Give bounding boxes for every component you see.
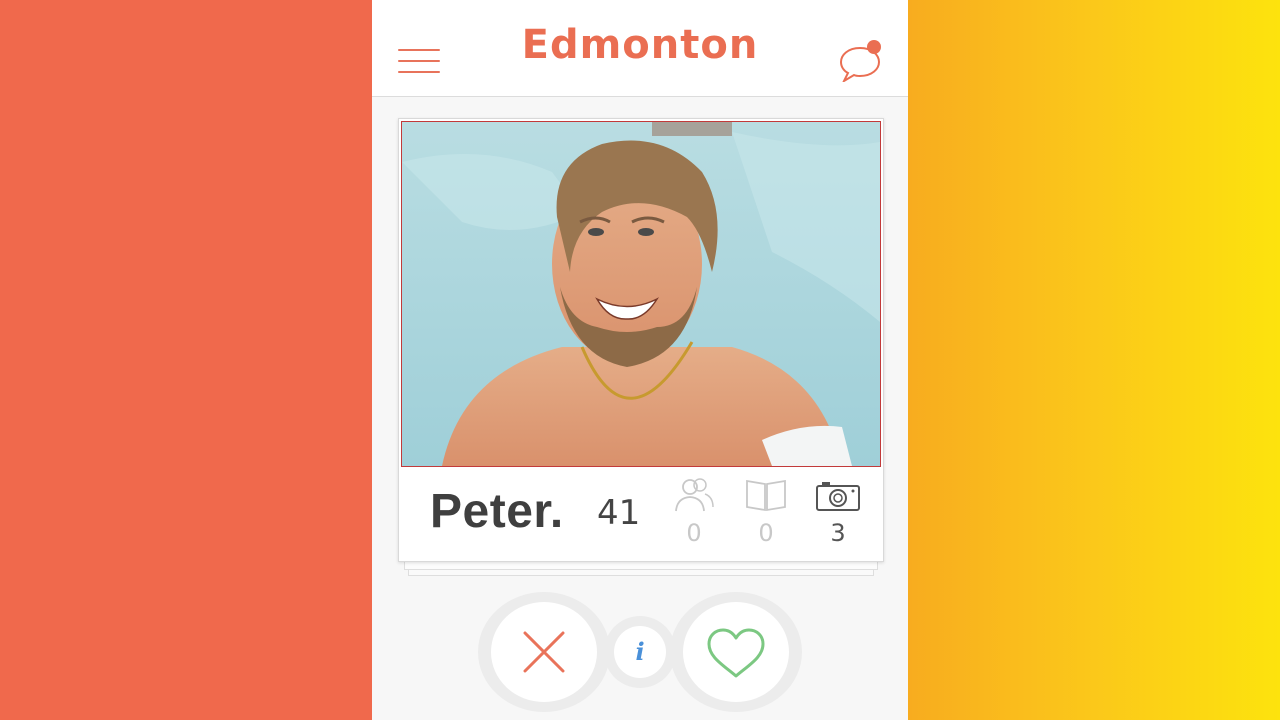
profile-age: 41 xyxy=(597,493,641,533)
profile-name: Peter. xyxy=(430,485,564,538)
friends-icon xyxy=(669,477,719,513)
left-background-panel xyxy=(0,0,372,720)
profile-photo[interactable] xyxy=(401,121,881,467)
heart-icon xyxy=(707,628,765,678)
chat-notification-icon[interactable] xyxy=(838,38,886,84)
action-bar: i xyxy=(372,590,908,720)
profile-card[interactable]: Peter. 41 0 0 3 xyxy=(398,118,884,562)
close-icon xyxy=(523,631,565,673)
stat-photos[interactable]: 3 xyxy=(813,477,863,547)
top-navigation-bar: Edmonton xyxy=(372,0,908,97)
interests-count: 0 xyxy=(758,519,774,547)
dislike-button[interactable] xyxy=(491,602,597,702)
interests-icon xyxy=(741,477,791,513)
friends-count: 0 xyxy=(686,519,702,547)
stat-interests[interactable]: 0 xyxy=(741,477,791,547)
stat-friends[interactable]: 0 xyxy=(669,477,719,547)
info-button[interactable]: i xyxy=(614,626,666,678)
like-button[interactable] xyxy=(683,602,789,702)
camera-icon xyxy=(813,477,863,513)
right-background-panel xyxy=(908,0,1280,720)
app-title: Edmonton xyxy=(521,22,759,68)
info-icon: i xyxy=(635,637,645,666)
app-screen: Edmonton Peter. 41 0 0 3 i xyxy=(372,0,908,720)
photos-count: 3 xyxy=(830,519,846,547)
